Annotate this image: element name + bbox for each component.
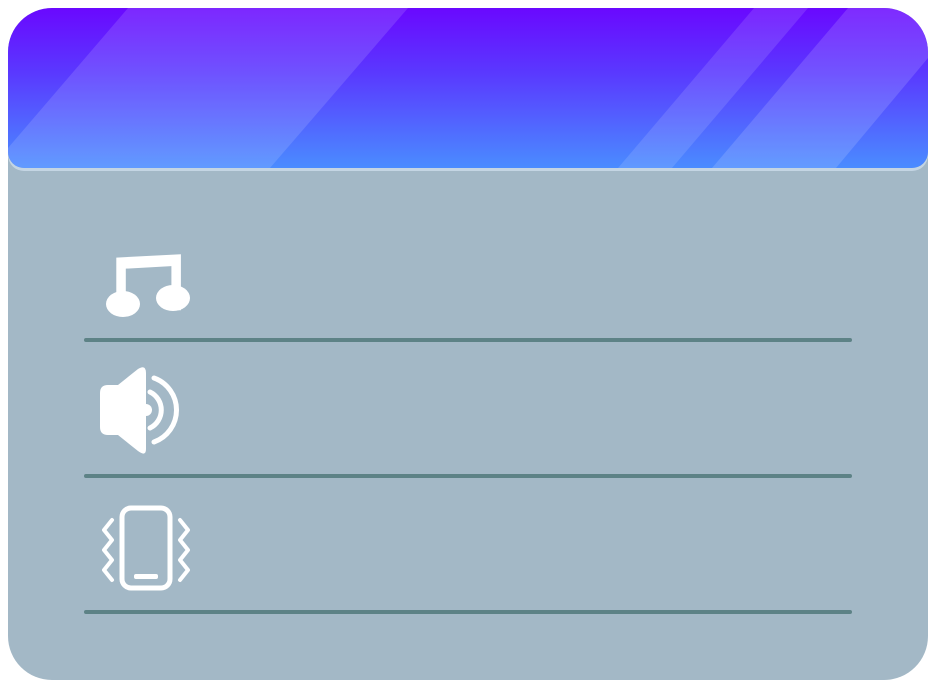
setting-row-volume[interactable] xyxy=(84,342,852,478)
row-divider xyxy=(84,610,852,614)
speaker-volume-icon xyxy=(100,367,180,454)
setting-row-music[interactable] xyxy=(84,206,852,342)
sound-settings-panel xyxy=(8,8,928,680)
music-note-icon xyxy=(106,254,190,317)
phone-vibrate-icon xyxy=(102,505,190,591)
header-decoration xyxy=(8,8,928,168)
header-banner xyxy=(8,8,928,168)
setting-row-vibrate[interactable] xyxy=(84,478,852,614)
